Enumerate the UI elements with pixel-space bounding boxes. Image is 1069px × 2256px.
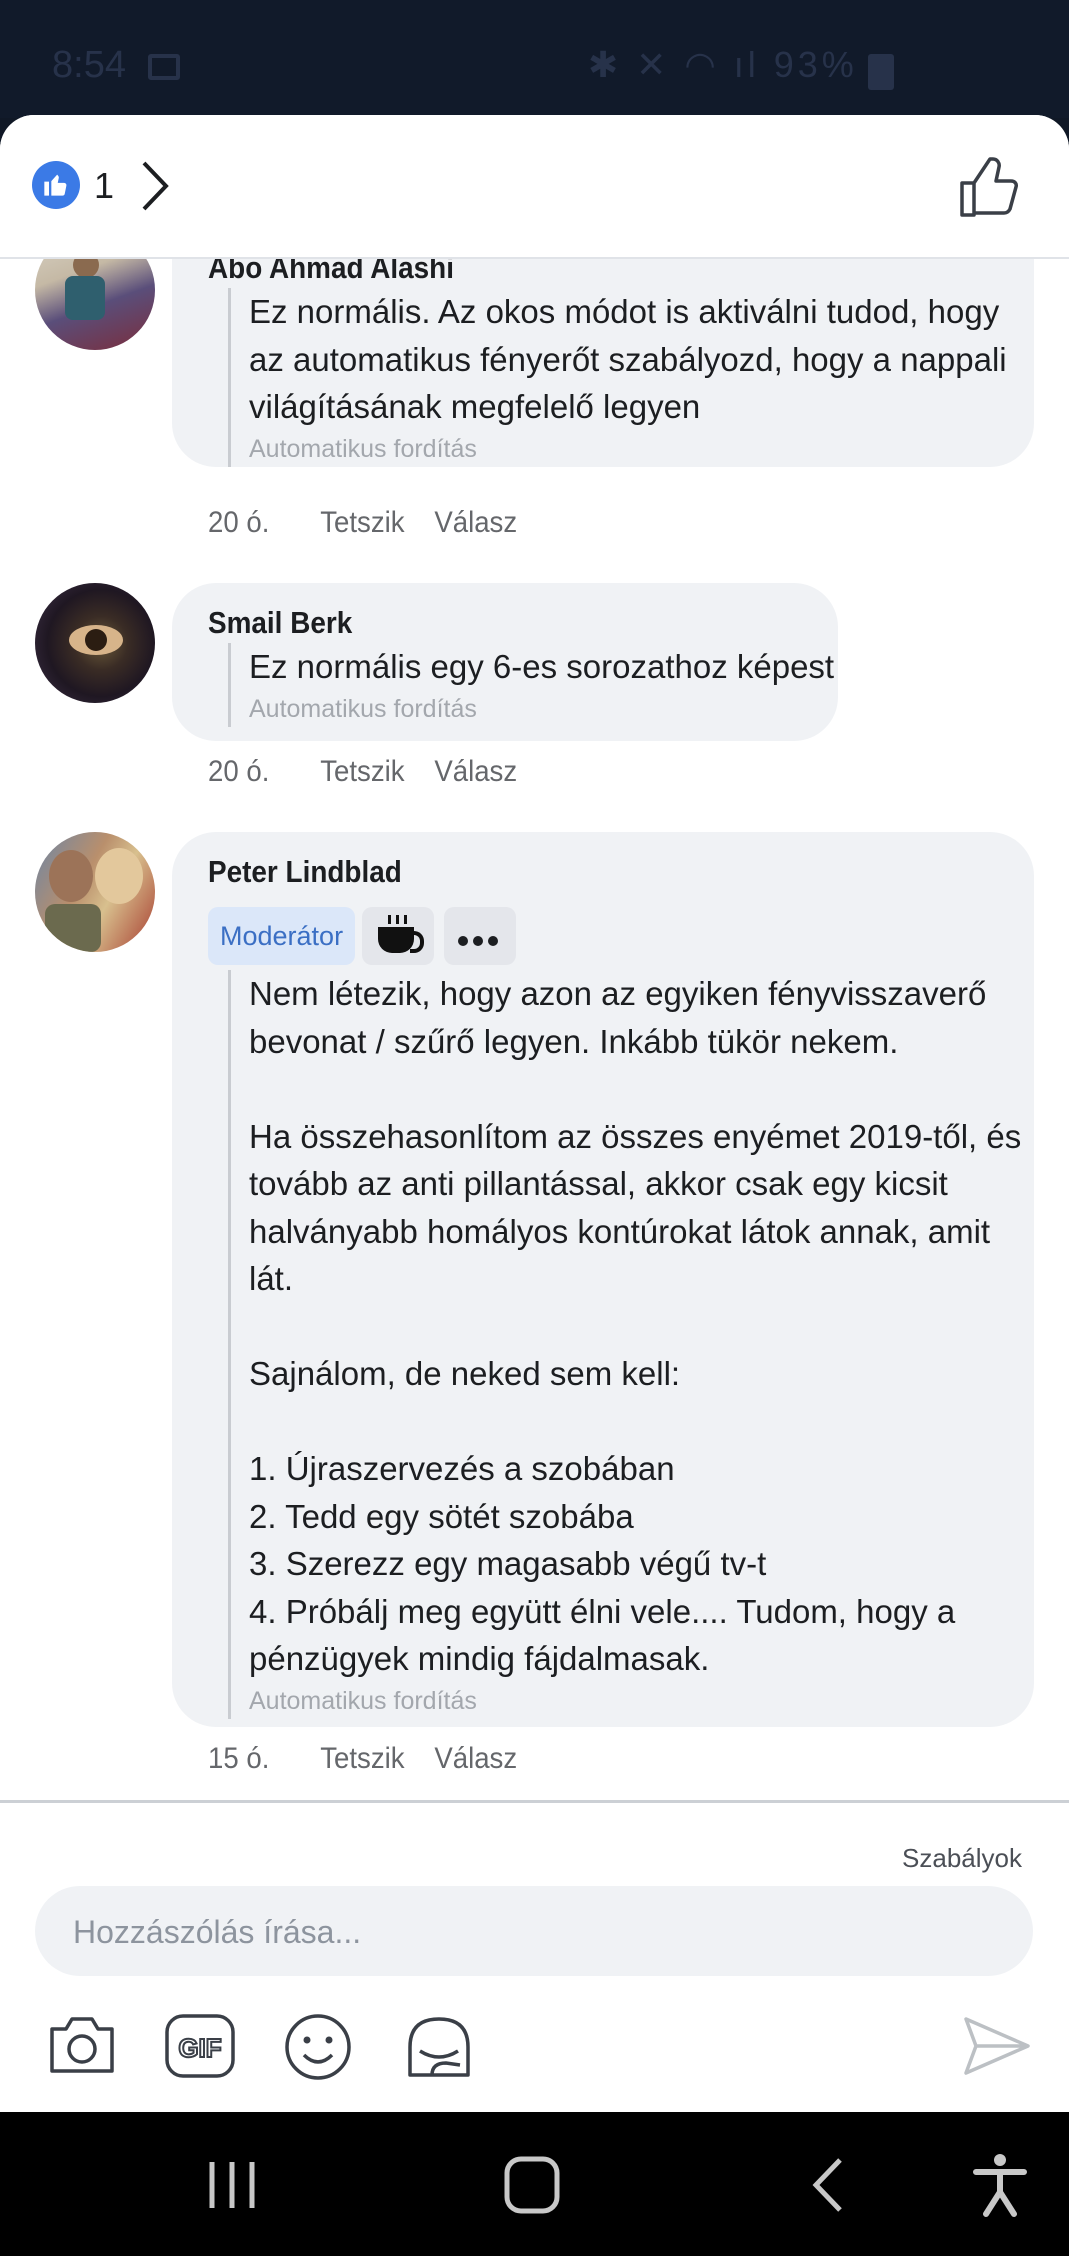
translation-label[interactable]: Automatikus fordítás: [249, 1683, 1021, 1719]
translated-text-block: Nem létezik, hogy azon az egyiken fényvi…: [228, 970, 1021, 1719]
like-link[interactable]: Tetszik: [320, 755, 404, 789]
comment: Smail Berk Ez normális egy 6-es sorozath…: [0, 583, 1069, 788]
comment-bubble: Smail Berk Ez normális egy 6-es sorozath…: [172, 583, 838, 741]
chevron-right-icon[interactable]: [140, 159, 170, 213]
comment-text: Ez normális egy 6-es sorozathoz képest: [249, 648, 835, 685]
more-icon: [458, 933, 503, 951]
accessibility-icon[interactable]: [970, 2152, 1030, 2218]
status-time: 8:54: [52, 44, 126, 86]
battery-icon: [868, 54, 894, 90]
gif-icon[interactable]: GIF: [164, 2013, 236, 2079]
system-navigation-bar: [0, 2112, 1069, 2256]
comment-composer-area: Szabályok GIF: [0, 1800, 1069, 2112]
reply-link[interactable]: Válasz: [434, 506, 517, 540]
comment-time: 20 ó.: [208, 506, 270, 539]
back-icon[interactable]: [810, 2156, 846, 2214]
comment-time: 20 ó.: [208, 755, 270, 788]
battery-percent: 93%: [773, 44, 858, 85]
status-icons: ✱ ✕ ◠ ıl 93%: [588, 44, 858, 85]
translation-label[interactable]: Automatikus fordítás: [249, 691, 834, 727]
like-reaction-icon[interactable]: [32, 161, 80, 209]
send-icon[interactable]: [962, 2015, 1032, 2077]
comment-time: 15 ó.: [208, 1742, 270, 1775]
like-link[interactable]: Tetszik: [320, 506, 404, 540]
translated-text-block: Ez normális. Az okos módot is aktiválni …: [228, 288, 1007, 467]
moderator-badge[interactable]: Moderátor: [208, 907, 356, 965]
comment: Abo Ahmad Alashi Ez normális. Az okos mó…: [0, 210, 1069, 539]
comments-sheet: 1 Abo Ahmad Alashi Ez normális. Az okos …: [0, 115, 1069, 2112]
rules-link[interactable]: Szabályok: [902, 1843, 1022, 1874]
avatar[interactable]: [35, 832, 155, 952]
comment-text: Nem létezik, hogy azon az egyiken fényvi…: [249, 975, 1022, 1677]
like-button-icon[interactable]: [958, 155, 1022, 219]
avatar[interactable]: [35, 583, 155, 703]
comment: Peter Lindblad Moderátor Nem létezik, ho…: [0, 832, 1069, 1882]
comment-author[interactable]: Peter Lindblad: [208, 854, 402, 890]
comment-input[interactable]: [71, 1886, 975, 1978]
translated-text-block: Ez normális egy 6-es sorozathoz képest A…: [228, 643, 834, 727]
comment-input-container[interactable]: [35, 1886, 1033, 1978]
home-icon[interactable]: [504, 2156, 560, 2214]
gallery-notification-icon: [148, 54, 180, 80]
svg-text:GIF: GIF: [178, 2033, 221, 2063]
recent-apps-icon[interactable]: [206, 2160, 258, 2210]
reaction-count[interactable]: 1: [94, 165, 114, 207]
like-link[interactable]: Tetszik: [320, 1742, 404, 1776]
avatar-sticker-icon[interactable]: [402, 2013, 476, 2085]
translation-label[interactable]: Automatikus fordítás: [249, 431, 1007, 467]
camera-icon[interactable]: [46, 2013, 118, 2077]
coffee-badge[interactable]: [362, 907, 434, 965]
more-badges-button[interactable]: [444, 907, 516, 965]
comment-bubble: Peter Lindblad Moderátor Nem létezik, ho…: [172, 832, 1034, 1727]
reply-link[interactable]: Válasz: [434, 755, 517, 789]
reactions-header: 1: [0, 115, 1069, 259]
reply-link[interactable]: Válasz: [434, 1742, 517, 1776]
comment-author[interactable]: Smail Berk: [208, 605, 352, 641]
emoji-icon[interactable]: [284, 2013, 352, 2081]
status-bar: 8:54 ✱ ✕ ◠ ıl 93%: [0, 0, 1069, 118]
comment-text: Ez normális. Az okos módot is aktiválni …: [249, 293, 1007, 425]
